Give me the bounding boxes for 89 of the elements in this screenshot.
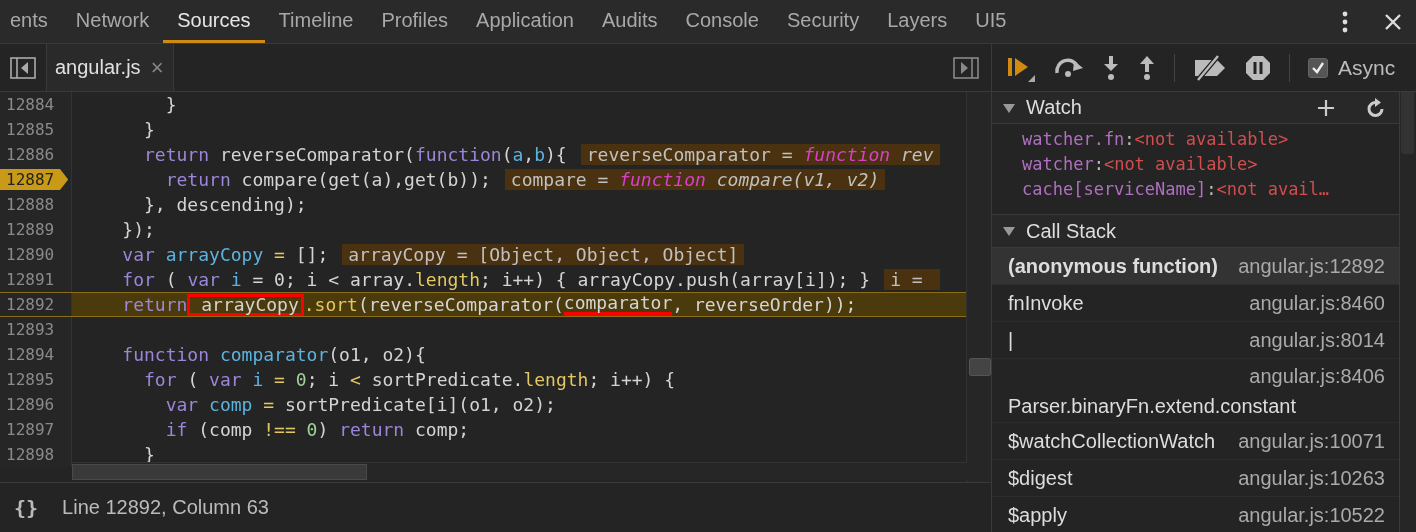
- inline-value: i =: [884, 269, 940, 290]
- line-number: 12896: [5, 395, 55, 414]
- panel-tab[interactable]: UI5: [961, 0, 1021, 43]
- file-tab[interactable]: angular.js ×: [46, 44, 175, 91]
- watch-expression[interactable]: watcher:<not available>: [1022, 152, 1399, 177]
- panel-tab[interactable]: Console: [671, 0, 773, 43]
- panel-tab[interactable]: Application: [462, 0, 588, 43]
- section-title: Call Stack: [1026, 219, 1117, 243]
- sidebar-toggle-icon[interactable]: [10, 56, 36, 79]
- add-icon[interactable]: [1317, 98, 1335, 117]
- code-line: return compare(get(a),get(b));: [164, 168, 491, 192]
- line-number: 12886: [5, 145, 55, 164]
- expand-triangle-icon[interactable]: [1002, 101, 1016, 114]
- line-number: 12897: [5, 420, 55, 439]
- line-number: 12898: [5, 445, 55, 464]
- panel-tab[interactable]: Network: [61, 0, 164, 43]
- line-number: 12894: [5, 345, 55, 364]
- function-name: $digest: [1008, 466, 1073, 491]
- code-line: return arrayCopy .sort(reverseComparator(comparator, reverseOrder));: [121, 292, 857, 317]
- code-line: function comparator(o1, o2){: [121, 343, 426, 367]
- panel-tab[interactable]: ents: [0, 0, 62, 43]
- deactivate-breakpoints-icon[interactable]: [1193, 53, 1227, 82]
- section-header[interactable]: Watch: [992, 92, 1399, 124]
- code-line: }: [164, 93, 177, 117]
- call-frame[interactable]: $watchCollectionWatch angular.js:10071: [992, 423, 1399, 460]
- panel-tab[interactable]: Security: [772, 0, 874, 43]
- code-line: for ( var i = 0; i < array.length; i++) { arrayCopy.push(array[i]); }: [121, 268, 871, 292]
- cursor-position: Line 12892, Column 63: [62, 496, 269, 519]
- call-frame[interactable]: $digest angular.js:10263: [992, 460, 1399, 497]
- function-name: (anonymous function): [1008, 254, 1218, 279]
- sidebar-toggle-icon[interactable]: [953, 56, 979, 79]
- code-line: return reverseComparator(function(a,b){: [143, 143, 567, 167]
- checkbox-label: Async: [1338, 55, 1396, 80]
- line-number: 12889: [5, 220, 55, 239]
- line-number: 12893: [5, 320, 55, 339]
- function-name: $watchCollectionWatch: [1008, 429, 1216, 454]
- function-name: |: [1008, 328, 1014, 353]
- code-line: for ( var i = 0; i < sortPredicate.length; i++) {: [143, 368, 676, 392]
- more-icon[interactable]: [1342, 10, 1348, 33]
- expand-triangle-icon[interactable]: [1002, 225, 1016, 237]
- source-location[interactable]: angular.js:10071: [1238, 426, 1385, 456]
- panel-tab[interactable]: Timeline: [264, 0, 368, 43]
- watch-expression[interactable]: cache[serviceName]:<not avail…: [1022, 177, 1399, 202]
- source-location[interactable]: angular.js:8406: [1008, 360, 1385, 391]
- call-frame[interactable]: | angular.js:8014: [992, 322, 1399, 359]
- code-line: var arrayCopy = [];: [121, 243, 329, 267]
- scrollbar[interactable]: [72, 462, 967, 480]
- line-number: 12884: [5, 95, 55, 114]
- inline-value: compare = function compare(v1, v2): [504, 169, 886, 190]
- panel-tab[interactable]: Sources: [163, 0, 265, 43]
- line-number: 12885: [5, 120, 55, 139]
- call-frame[interactable]: fnInvoke angular.js:8460: [992, 285, 1399, 322]
- section-header[interactable]: Call Stack: [992, 214, 1399, 248]
- close-icon[interactable]: [1384, 12, 1402, 31]
- step-over-icon[interactable]: [1054, 56, 1084, 79]
- line-number: 12891: [5, 270, 55, 289]
- function-name: Parser.binaryFn.extend.constant: [1008, 393, 1296, 419]
- source-location[interactable]: angular.js:10522: [1238, 500, 1385, 530]
- watch-expression[interactable]: watcher.fn:<not available>: [1022, 127, 1399, 152]
- source-location[interactable]: angular.js:8460: [1249, 288, 1385, 318]
- step-out-icon[interactable]: [1138, 54, 1156, 81]
- line-number: 12888: [5, 195, 55, 214]
- inline-value: reverseComparator = function rev: [580, 144, 940, 165]
- section-title: Watch: [1026, 96, 1082, 119]
- panel-tab[interactable]: Profiles: [367, 0, 463, 43]
- code-line: }: [143, 118, 155, 142]
- breakpoint-marker[interactable]: 12887: [0, 169, 69, 190]
- pretty-print-button[interactable]: {}: [14, 495, 39, 520]
- line-number: 12895: [5, 370, 55, 389]
- scrollbar[interactable]: [966, 92, 991, 482]
- step-into-icon[interactable]: [1102, 54, 1120, 81]
- checkbox[interactable]: [1308, 57, 1328, 78]
- line-number: 12890: [5, 245, 55, 264]
- code-line: }, descending);: [143, 193, 307, 217]
- panel-tab[interactable]: Layers: [873, 0, 962, 43]
- code-line: var comp = sortPredicate[i](o1, o2);: [164, 393, 556, 417]
- panel-tab[interactable]: Audits: [587, 0, 672, 43]
- function-name: $apply: [1008, 503, 1067, 528]
- source-location[interactable]: angular.js:8014: [1249, 325, 1385, 355]
- pause-icon[interactable]: [1245, 54, 1271, 81]
- inline-value: arrayCopy = [Object, Object, Object]: [342, 244, 745, 265]
- line-number: 12892: [5, 295, 55, 314]
- source-location[interactable]: angular.js:10263: [1238, 463, 1385, 493]
- code-line: });: [121, 218, 155, 242]
- refresh-icon[interactable]: [1367, 97, 1385, 118]
- call-frame[interactable]: (anonymous function) angular.js:12892: [992, 248, 1399, 285]
- function-name: fnInvoke: [1008, 291, 1084, 316]
- code-line: if (comp !== 0) return comp;: [164, 418, 470, 442]
- source-location[interactable]: angular.js:12892: [1238, 251, 1385, 281]
